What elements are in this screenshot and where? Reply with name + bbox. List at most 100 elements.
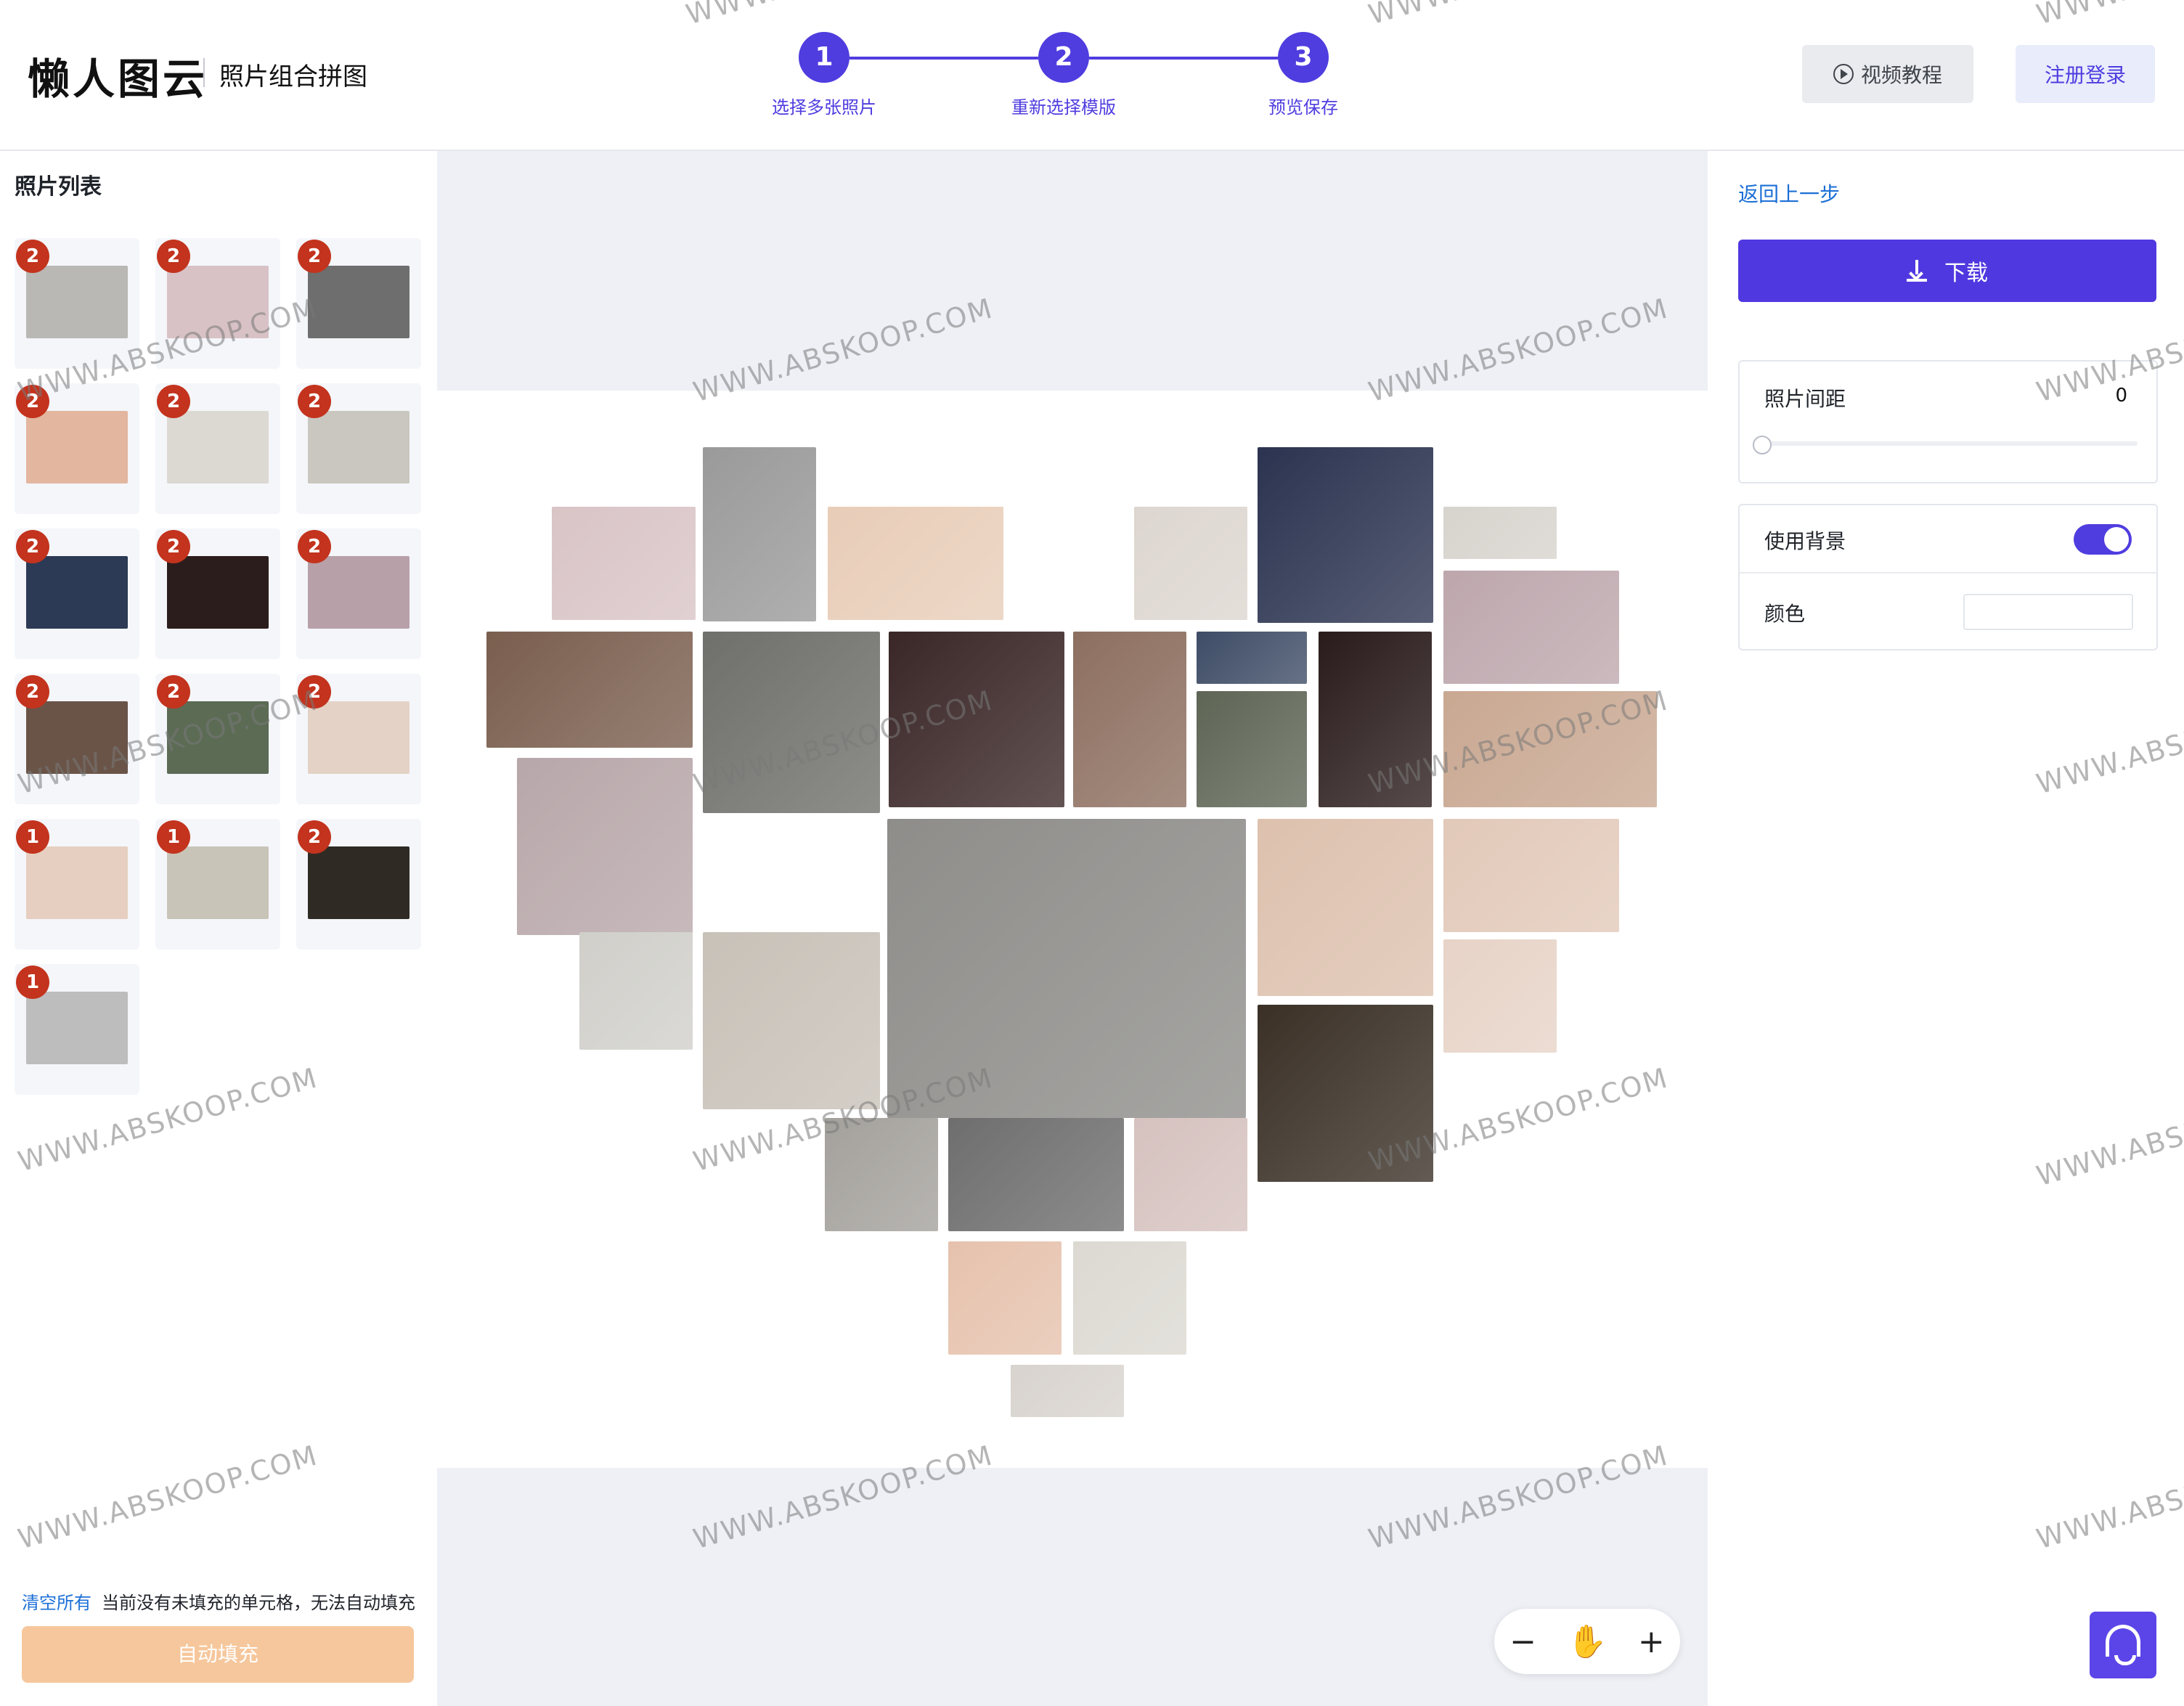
usage-count-badge: 2 (157, 385, 190, 418)
zoom-controls: − ✋ + (1494, 1609, 1680, 1674)
customer-support-button[interactable] (2090, 1612, 2156, 1678)
collage-photo-cell[interactable] (486, 632, 693, 748)
video-tutorial-label: 视频教程 (1860, 63, 1942, 87)
usage-count-badge: 2 (298, 820, 331, 854)
collage-photo-cell[interactable] (825, 1118, 938, 1231)
fill-status-row: 清空所有 当前没有未填充的单元格，无法自动填充 (22, 1588, 415, 1614)
auto-fill-button[interactable]: 自动填充 (22, 1626, 414, 1683)
photo-thumbnail[interactable]: 2 (15, 528, 139, 659)
photo-thumbnail-image (308, 701, 410, 774)
use-background-label: 使用背景 (1764, 529, 1846, 553)
heart-collage-canvas[interactable] (437, 391, 1708, 1468)
collage-photo-cell[interactable] (552, 507, 696, 620)
photo-thumbnail[interactable]: 2 (155, 383, 280, 514)
photo-thumbnail-image (167, 701, 269, 774)
zoom-in-button[interactable]: + (1638, 1623, 1665, 1660)
photo-thumbnail-image (308, 266, 410, 338)
collage-photo-cell[interactable] (1073, 1241, 1186, 1355)
photo-thumbnail[interactable]: 2 (296, 674, 421, 804)
zoom-out-button[interactable]: − (1509, 1623, 1536, 1660)
collage-photo-cell[interactable] (1443, 691, 1657, 807)
photo-thumbnail[interactable]: 2 (155, 528, 280, 659)
photo-spacing-slider[interactable] (1760, 441, 2138, 446)
card-divider (1740, 572, 2156, 574)
photo-spacing-slider-handle[interactable] (1753, 436, 1772, 454)
collage-photo-cell[interactable] (828, 507, 1003, 620)
photo-thumbnail[interactable]: 2 (296, 383, 421, 514)
collage-photo-cell[interactable] (1443, 571, 1619, 684)
register-login-button[interactable]: 注册登录 (2016, 45, 2155, 103)
collage-photo-cell[interactable] (1134, 1118, 1247, 1231)
background-color-picker[interactable] (1963, 594, 2133, 630)
collage-photo-cell[interactable] (887, 819, 1246, 1118)
photo-thumbnail[interactable]: 2 (296, 238, 421, 369)
photo-thumbnail[interactable]: 2 (15, 238, 139, 369)
collage-photo-cell[interactable] (1443, 939, 1557, 1053)
photo-thumbnail-image (308, 411, 410, 483)
back-step-link[interactable]: 返回上一步 (1738, 179, 1840, 208)
photo-thumbnail-image (26, 411, 128, 483)
editor-workspace: − ✋ + (437, 151, 1708, 1706)
collage-photo-cell[interactable] (1197, 691, 1307, 807)
page-title: 照片组合拼图 (219, 62, 367, 91)
step-3-circle[interactable]: 3 (1278, 32, 1329, 83)
photo-thumbnail[interactable]: 2 (296, 528, 421, 659)
collage-photo-cell[interactable] (1258, 1005, 1433, 1182)
collage-photo-cell[interactable] (1197, 632, 1307, 684)
collage-photo-cell[interactable] (1443, 507, 1557, 559)
app-logo[interactable]: 懒人图云 (28, 45, 208, 106)
photo-thumbnail[interactable]: 2 (155, 674, 280, 804)
photo-thumbnail-image (167, 846, 269, 919)
collage-photo-cell[interactable] (948, 1241, 1062, 1355)
photo-thumbnail[interactable]: 2 (15, 674, 139, 804)
photo-thumbnail[interactable]: 2 (15, 383, 139, 514)
usage-count-badge: 2 (298, 385, 331, 418)
collage-photo-cell[interactable] (1073, 632, 1186, 807)
collage-photo-cell[interactable] (1011, 1365, 1124, 1417)
download-button[interactable]: 下载 (1738, 240, 2156, 302)
photo-thumbnail[interactable]: 1 (15, 964, 139, 1095)
step-3-label[interactable]: 预览保存 (1209, 93, 1398, 118)
step-1-circle[interactable]: 1 (799, 32, 849, 83)
hand-pan-icon[interactable]: ✋ (1568, 1623, 1608, 1660)
logo-separator (203, 58, 205, 87)
photo-thumbnail[interactable]: 1 (155, 819, 280, 950)
use-background-toggle[interactable] (2074, 524, 2132, 555)
step-progress: 1 选择多张照片 2 重新选择模版 3 预览保存 (772, 32, 1380, 126)
usage-count-badge: 1 (16, 820, 49, 854)
collage-photo-cell[interactable] (703, 932, 880, 1109)
photo-thumbnail-image (167, 411, 269, 483)
collage-photo-cell[interactable] (1443, 819, 1619, 932)
collage-photo-cell[interactable] (703, 447, 816, 621)
usage-count-badge: 2 (298, 530, 331, 563)
collage-photo-cell[interactable] (1258, 819, 1433, 996)
collage-photo-cell[interactable] (517, 758, 693, 935)
step-2-circle[interactable]: 2 (1038, 32, 1089, 83)
photo-spacing-card: 照片间距 0 (1738, 360, 2158, 483)
photo-thumbnail-image (308, 846, 410, 919)
color-label: 颜色 (1764, 602, 1806, 626)
collage-photo-cell[interactable] (579, 932, 693, 1050)
step-connector-2 (1089, 57, 1278, 60)
collage-photo-cell[interactable] (948, 1118, 1124, 1231)
photo-thumbnail[interactable]: 2 (296, 819, 421, 950)
photo-thumbnail[interactable]: 1 (15, 819, 139, 950)
collage-photo-cell[interactable] (889, 632, 1064, 807)
fill-status-text: 当前没有未填充的单元格，无法自动填充 (102, 1593, 415, 1613)
video-tutorial-button[interactable]: 视频教程 (1802, 45, 1973, 103)
collage-photo-cell[interactable] (703, 632, 880, 813)
collage-photo-cell[interactable] (1319, 632, 1432, 807)
photo-thumbnail-image (308, 556, 410, 629)
usage-count-badge: 2 (16, 530, 49, 563)
photo-list-title: 照片列表 (15, 174, 102, 200)
clear-all-link[interactable]: 清空所有 (22, 1593, 91, 1613)
collage-photo-cell[interactable] (1134, 507, 1247, 620)
collage-photo-cell[interactable] (1258, 447, 1433, 623)
download-icon (1907, 260, 1927, 282)
photo-thumbnail[interactable]: 2 (155, 238, 280, 369)
photo-thumbnail-image (26, 556, 128, 629)
step-1-label[interactable]: 选择多张照片 (730, 93, 918, 118)
step-2-label[interactable]: 重新选择模版 (969, 93, 1158, 118)
usage-count-badge: 2 (157, 240, 190, 273)
photo-thumbnail-image (167, 556, 269, 629)
